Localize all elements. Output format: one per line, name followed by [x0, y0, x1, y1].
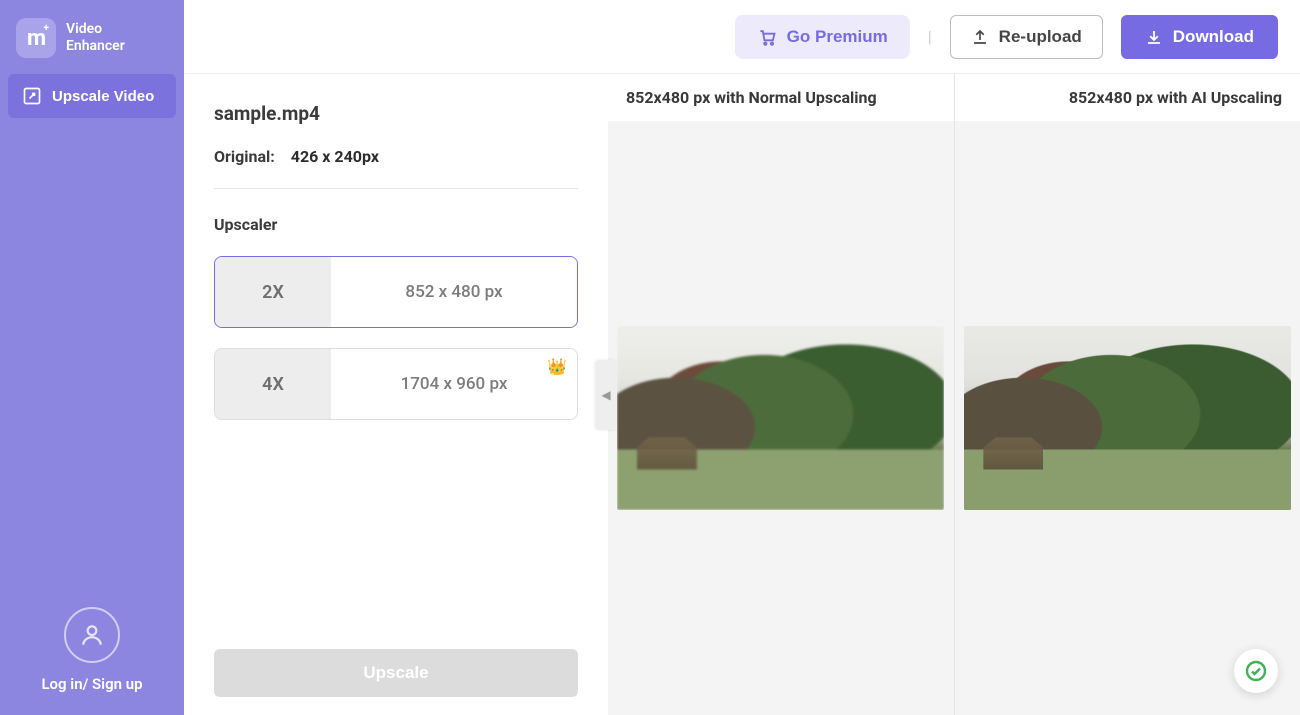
- filename: sample.mp4: [214, 102, 578, 125]
- login-area[interactable]: Log in/ Sign up: [8, 607, 176, 707]
- download-button[interactable]: Download: [1121, 15, 1278, 59]
- settings-panel: sample.mp4 Original: 426 x 240px Upscale…: [184, 74, 608, 715]
- app-name: Video Enhancer: [66, 21, 125, 55]
- divider-line: [214, 188, 578, 189]
- preview-ai: 852x480 px with AI Upscaling: [954, 74, 1300, 715]
- original-label: Original:: [214, 147, 275, 166]
- upscale-video-label: Upscale Video: [52, 88, 154, 105]
- download-icon: [1145, 28, 1163, 46]
- upscaler-label: Upscaler: [214, 215, 578, 234]
- preview-ai-body: [955, 121, 1300, 715]
- topbar-divider: |: [928, 27, 932, 46]
- upload-icon: [971, 28, 989, 46]
- option-multiplier: 2X: [215, 257, 331, 327]
- go-premium-label: Go Premium: [787, 27, 888, 47]
- app-name-line2: Enhancer: [66, 38, 125, 55]
- preview-normal-image: [617, 326, 944, 510]
- crown-icon: 👑: [547, 357, 567, 376]
- upscale-button[interactable]: Upscale: [214, 649, 578, 697]
- compare-handle[interactable]: ◀: [596, 360, 616, 430]
- main: Go Premium | Re-upload Download sample.m…: [184, 0, 1300, 715]
- reupload-label: Re-upload: [999, 27, 1082, 47]
- cart-icon: [757, 27, 777, 47]
- preview-area: 852x480 px with Normal Upscaling ◀ 852x4…: [608, 74, 1300, 715]
- preview-normal-title: 852x480 px with Normal Upscaling: [608, 74, 954, 121]
- avatar-icon: [64, 607, 120, 663]
- upscale-option-2x[interactable]: 2X 852 x 480 px: [214, 256, 578, 328]
- check-icon: [1244, 659, 1268, 683]
- logo-letter: m: [27, 26, 45, 51]
- logo-plus-icon: +: [44, 23, 49, 34]
- preview-ai-title: 852x480 px with AI Upscaling: [955, 74, 1300, 121]
- upscale-option-4x[interactable]: 4X 1704 x 960 px 👑: [214, 348, 578, 420]
- option-resolution: 852 x 480 px: [331, 257, 577, 327]
- preview-normal: 852x480 px with Normal Upscaling ◀: [608, 74, 954, 715]
- success-badge: [1234, 649, 1278, 693]
- reupload-button[interactable]: Re-upload: [950, 15, 1103, 59]
- option-resolution: 1704 x 960 px: [331, 349, 577, 419]
- sidebar: m + Video Enhancer Upscale Video Log in/…: [0, 0, 184, 715]
- upscale-video-nav[interactable]: Upscale Video: [8, 74, 176, 118]
- app-name-line1: Video: [66, 21, 125, 38]
- original-value: 426 x 240px: [291, 147, 379, 166]
- topbar: Go Premium | Re-upload Download: [184, 0, 1300, 74]
- preview-normal-body: [608, 121, 954, 715]
- content: sample.mp4 Original: 426 x 240px Upscale…: [184, 74, 1300, 715]
- upscale-icon: [22, 86, 42, 106]
- logo-icon: m +: [16, 18, 56, 58]
- download-label: Download: [1173, 27, 1254, 47]
- login-label: Log in/ Sign up: [41, 675, 142, 693]
- option-multiplier: 4X: [215, 349, 331, 419]
- go-premium-button[interactable]: Go Premium: [735, 15, 910, 59]
- app-logo: m + Video Enhancer: [8, 8, 176, 74]
- preview-ai-image: [964, 326, 1291, 510]
- original-row: Original: 426 x 240px: [214, 147, 578, 166]
